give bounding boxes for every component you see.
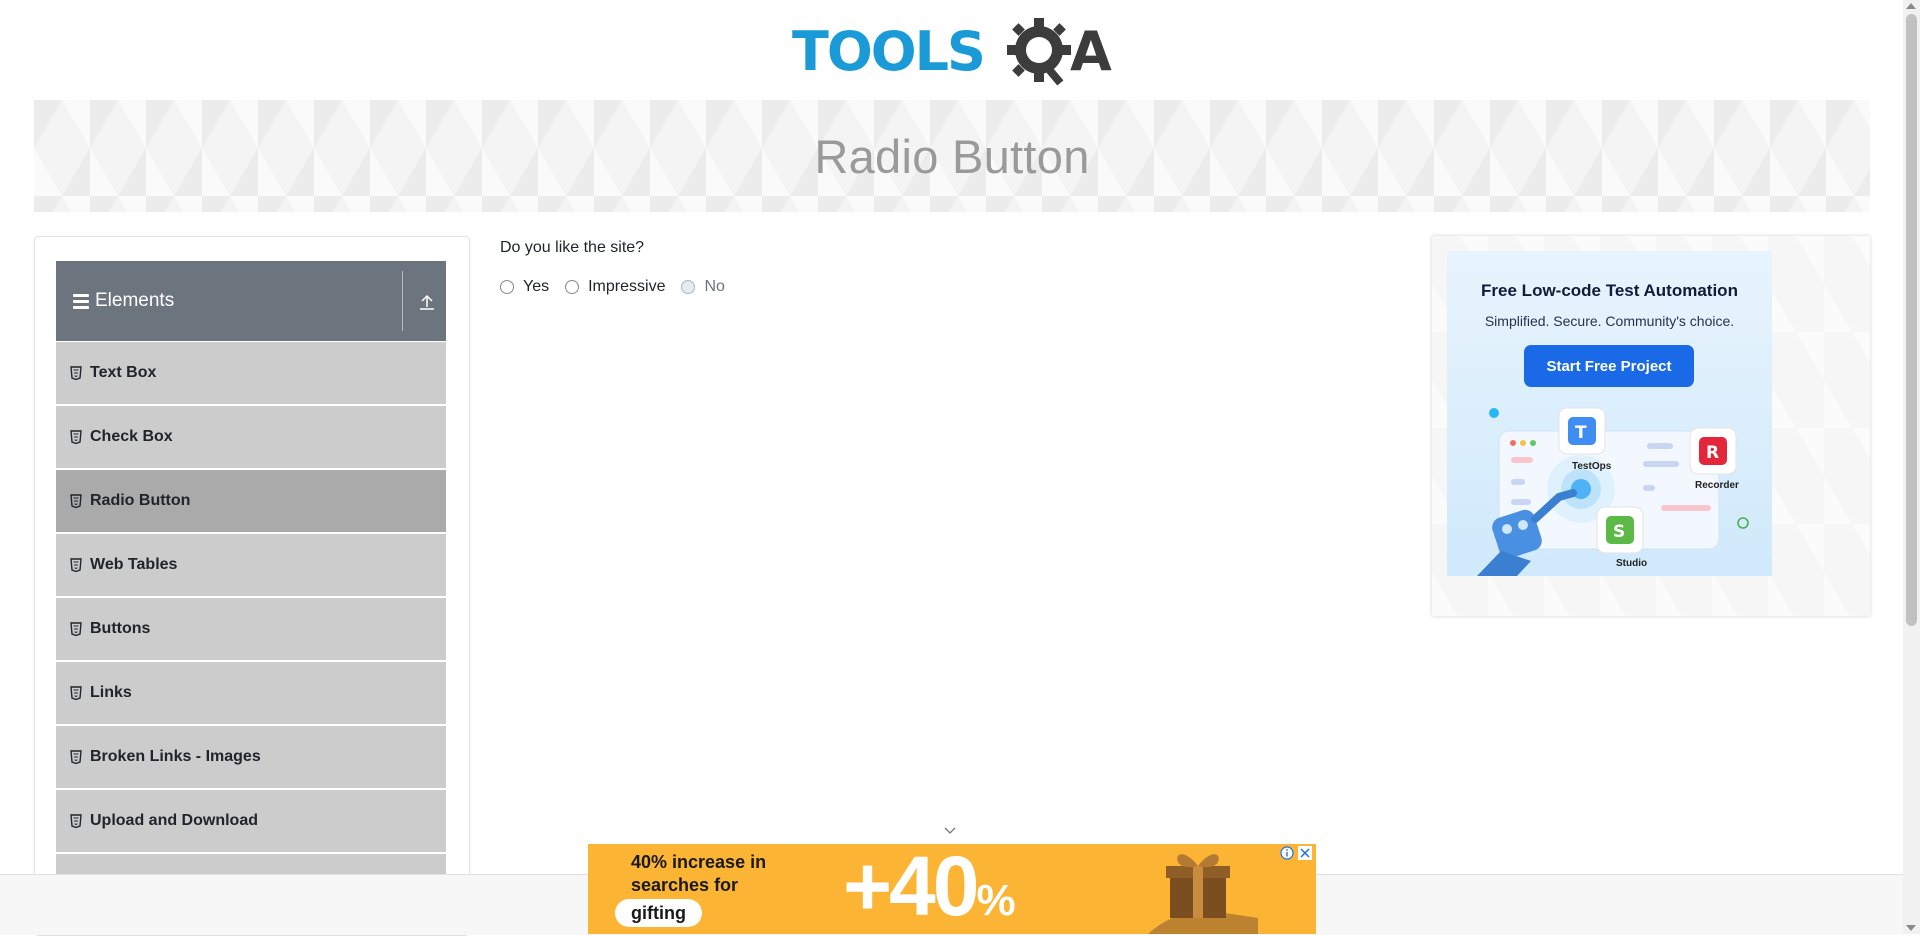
testops-logo-letter: T [1575,423,1587,443]
html5-icon [70,494,82,508]
sidebar-item-label: Links [90,684,132,701]
html5-icon [70,558,82,572]
scroll-up-arrow-icon[interactable] [1906,3,1916,9]
radio-option-yes[interactable]: Yes [500,278,549,296]
close-icon[interactable] [1298,846,1312,860]
header-divider [402,271,403,331]
chevron-down-icon[interactable] [943,826,957,836]
toolsqa-logo[interactable]: TOOLS A [792,14,1114,92]
html5-icon [70,430,82,444]
gift-box-icon [1148,854,1258,934]
testops-label: TestOps [1572,461,1612,472]
bottom-ad-line1: 40% increase in [631,852,767,872]
bottom-ad-pill: gifting [615,899,702,927]
sidebar-item-label: Buttons [90,620,151,637]
collapse-arrow-icon[interactable] [419,291,435,311]
ad-headline: Free Low-code Test Automation [1481,281,1738,300]
side-ad-card[interactable]: Free Low-code Test Automation Simplified… [1447,251,1772,576]
sidebar-item-label: Text Box [90,364,157,381]
sidebar-item-check-box[interactable]: Check Box [56,406,446,468]
radio-impressive-label[interactable]: Impressive [588,278,665,296]
sidebar-item-web-tables[interactable]: Web Tables [56,534,446,596]
sidebar-item-upload-and-download[interactable]: Upload and Download [56,790,446,852]
side-ad-container: Free Low-code Test Automation Simplified… [1432,236,1870,616]
radio-no-input [681,280,696,294]
sidebar-item-label: Upload and Download [90,812,258,829]
sidebar-item-label: Broken Links - Images [90,748,261,765]
sidebar-item-radio-button[interactable]: Radio Button [56,470,446,532]
sidebar-item-text-box[interactable]: Text Box [56,342,446,404]
page-scrollbar[interactable] [1903,0,1920,934]
big-number: +40 [843,844,979,933]
sidebar-item-links[interactable]: Links [56,662,446,724]
sidebar-item-buttons[interactable]: Buttons [56,598,446,660]
studio-label: Studio [1616,558,1648,569]
start-free-project-button[interactable]: Start Free Project [1524,345,1694,387]
group-title: Elements [95,290,175,311]
ad-subheadline: Simplified. Secure. Community's choice. [1484,313,1735,329]
gear-magnifier-icon [1007,18,1071,86]
hamburger-icon [73,293,89,309]
html5-icon [70,366,82,380]
elements-menu: Text Box Check Box Radio Button Web Tabl… [56,342,446,918]
logo-text-tools: TOOLS [792,20,984,83]
sidebar-item-label: Radio Button [90,492,191,509]
studio-logo-letter: S [1613,522,1625,542]
page-header-banner: Radio Button [34,100,1870,212]
radio-yes-label[interactable]: Yes [523,278,549,296]
left-sidebar: Elements Text Box Check Box Radio Button… [34,236,470,936]
radio-group: Yes Impressive No [500,278,741,296]
elements-group-header[interactable]: Elements [56,261,446,341]
radio-yes-input[interactable] [500,280,514,294]
radio-option-no: No [681,278,725,296]
recorder-label: Recorder [1695,480,1739,491]
sidebar-item-broken-links-images[interactable]: Broken Links - Images [56,726,446,788]
ad-info-icon[interactable] [1280,846,1294,860]
html5-icon [70,622,82,636]
big-number-unit: % [976,876,1016,925]
page-title: Radio Button [814,129,1090,183]
radio-question: Do you like the site? [500,239,645,256]
recorder-logo-letter: R [1706,443,1719,463]
bottom-banner-ad[interactable]: 40% increase in searches for gifting +40… [588,844,1316,934]
bottom-ad-line2: searches for [631,875,739,895]
bottom-ad-big-number: +40% [843,844,1016,934]
radio-impressive-input[interactable] [565,280,580,294]
html5-icon [70,686,82,700]
radio-no-label: No [704,278,725,295]
html5-icon [70,814,82,828]
radio-option-impressive[interactable]: Impressive [565,278,665,296]
sidebar-item-label: Check Box [90,428,173,445]
scroll-down-arrow-icon[interactable] [1906,925,1916,931]
html5-icon [70,750,82,764]
scrollbar-thumb[interactable] [1906,14,1917,626]
logo-text-a: A [1070,20,1112,83]
sidebar-item-label: Web Tables [90,556,178,573]
